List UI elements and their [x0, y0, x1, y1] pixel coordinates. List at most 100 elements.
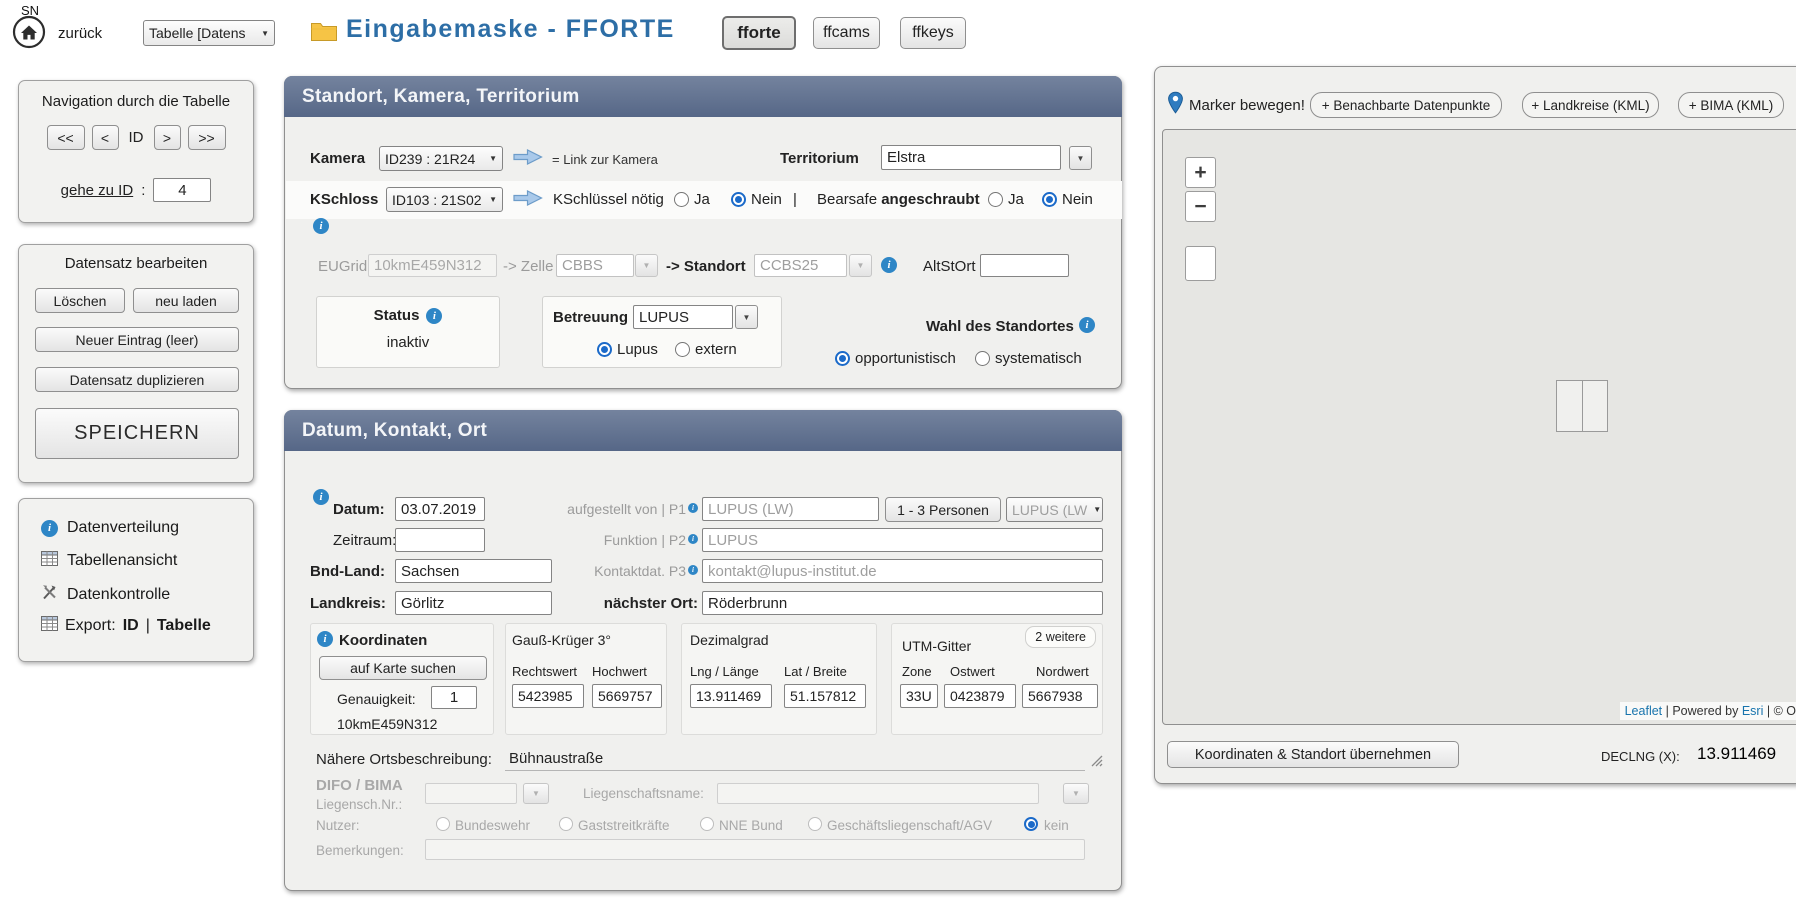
arrow-right-icon[interactable] — [513, 189, 543, 212]
kschluessel-ja-radio[interactable] — [674, 192, 689, 207]
zoom-out-button[interactable]: − — [1185, 191, 1216, 222]
p1-info-icon[interactable] — [688, 503, 698, 513]
ortsbeschreibung-field[interactable]: Bühnaustraße — [505, 745, 1085, 771]
home-icon[interactable] — [12, 15, 46, 49]
map-marker-placeholder — [1556, 380, 1608, 432]
kschloss-select[interactable]: ID103 : 21S02 — [386, 187, 503, 212]
aufgestellt-input[interactable] — [702, 497, 879, 521]
standort-info-icon[interactable] — [881, 257, 897, 273]
benachbarte-datenpunkte-button[interactable]: + Benachbarte Datenpunkte — [1310, 92, 1502, 118]
kschloss-info-icon[interactable] — [313, 218, 329, 234]
table-select[interactable]: Tabelle [Datens — [143, 20, 275, 46]
betreuung-input[interactable] — [633, 305, 733, 329]
zeitraum-input[interactable] — [395, 528, 485, 552]
record-box: Datensatz bearbeiten Löschen neu laden N… — [18, 244, 254, 483]
p2-info-icon[interactable] — [688, 534, 698, 544]
grid-ref-label: 10kmE459N312 — [337, 716, 437, 732]
personen-select[interactable]: LUPUS (LW — [1006, 497, 1103, 522]
export-table-link[interactable]: Tabelle — [157, 617, 211, 635]
betreuung-label: Betreuung — [553, 309, 628, 326]
bndland-input[interactable] — [395, 559, 552, 583]
export-id-link[interactable]: ID — [123, 617, 139, 635]
link-datenverteilung[interactable]: Datenverteilung — [41, 519, 179, 537]
goto-id-row: gehe zu ID : — [19, 178, 253, 202]
nutzer-kein-radio[interactable] — [1024, 817, 1038, 831]
tab-ffcams[interactable]: ffcams — [813, 17, 880, 49]
liegname-label: Liegenschaftsname: — [583, 786, 704, 801]
genauigkeit-input[interactable] — [431, 686, 477, 709]
goto-id-link[interactable]: gehe zu ID — [61, 182, 134, 199]
tab-fforte[interactable]: fforte — [722, 16, 796, 50]
utm-more-button[interactable]: 2 weitere — [1025, 626, 1096, 648]
nav-next-button[interactable]: > — [154, 125, 181, 150]
dez-lat-input[interactable] — [784, 684, 866, 708]
ort-input[interactable] — [702, 591, 1103, 615]
link-tabellenansicht[interactable]: Tabellenansicht — [41, 551, 177, 571]
delete-button[interactable]: Löschen — [35, 288, 125, 313]
utm-ostwert-input[interactable] — [944, 684, 1016, 708]
arrow-right-icon[interactable] — [513, 148, 543, 171]
nutzer-bundeswehr-radio — [436, 817, 450, 831]
duplicate-button[interactable]: Datensatz duplizieren — [35, 367, 239, 392]
funktion-input[interactable] — [702, 528, 1103, 552]
page-title: Eingabemaske - FFORTE — [346, 15, 675, 44]
personen-button[interactable]: 1 - 3 Personen — [885, 497, 1001, 522]
karte-suchen-button[interactable]: auf Karte suchen — [319, 656, 487, 680]
datum-info-icon[interactable] — [313, 489, 329, 505]
altstort-input[interactable] — [980, 254, 1069, 277]
esri-link[interactable]: Esri — [1742, 704, 1764, 718]
wahl-opportunistisch-radio[interactable] — [835, 351, 850, 366]
kontakt-input[interactable] — [702, 559, 1103, 583]
record-title: Datensatz bearbeiten — [19, 245, 253, 272]
status-info-icon[interactable] — [426, 308, 442, 324]
datum-input[interactable] — [395, 497, 485, 521]
panel-datum-title: Datum, Kontakt, Ort — [284, 410, 1122, 451]
back-link[interactable]: zurück — [58, 25, 102, 42]
bima-kml-button[interactable]: + BIMA (KML) — [1678, 92, 1784, 118]
landkreis-input[interactable] — [395, 591, 552, 615]
gk-rechtswert-input[interactable] — [512, 684, 584, 708]
dez-lng-input[interactable] — [690, 684, 772, 708]
leaflet-link[interactable]: Leaflet — [1625, 704, 1663, 718]
bearsafe-nein-radio[interactable] — [1042, 192, 1057, 207]
zoom-in-button[interactable]: + — [1185, 157, 1216, 188]
wahl-systematisch-radio[interactable] — [975, 351, 990, 366]
tab-ffkeys[interactable]: ffkeys — [900, 17, 966, 49]
kamera-select[interactable]: ID239 : 21R24 — [379, 146, 503, 171]
landkreise-kml-button[interactable]: + Landkreise (KML) — [1522, 92, 1659, 118]
betreuung-lupus-radio[interactable] — [597, 342, 612, 357]
territorium-dropdown-button[interactable] — [1069, 146, 1092, 170]
tools-icon — [41, 584, 58, 606]
nav-last-button[interactable]: >> — [188, 125, 226, 150]
betreuung-dropdown-button[interactable] — [735, 305, 758, 329]
wahl-info-icon[interactable] — [1079, 317, 1095, 333]
koordinaten-box: Koordinaten auf Karte suchen Genauigkeit… — [310, 623, 494, 735]
koordinaten-info-icon[interactable] — [317, 631, 333, 647]
map-attribution: Leaflet | Powered by Esri | © O — [1620, 702, 1796, 720]
utm-zone-input[interactable] — [900, 684, 938, 708]
status-label: Status — [374, 307, 420, 324]
betreuung-extern-radio[interactable] — [675, 342, 690, 357]
goto-id-input[interactable] — [153, 178, 211, 202]
nav-first-button[interactable]: << — [47, 125, 85, 150]
map-control-button[interactable] — [1185, 246, 1216, 281]
dezimalgrad-box: Dezimalgrad Lng / Länge Lat / Breite — [681, 623, 877, 735]
territorium-input[interactable] — [881, 145, 1061, 170]
reload-button[interactable]: neu laden — [133, 288, 239, 313]
gk-hochwert-input[interactable] — [592, 684, 662, 708]
p3-info-icon[interactable] — [688, 565, 698, 575]
utm-nordwert-input[interactable] — [1022, 684, 1098, 708]
altstort-label: AltStOrt — [923, 258, 976, 275]
map-area[interactable]: + − Leaflet | Powered by Esri | © O — [1162, 129, 1796, 725]
bearsafe-ja-radio[interactable] — [988, 192, 1003, 207]
resize-handle-icon[interactable] — [1089, 753, 1103, 772]
liegname-dropdown-button — [1063, 783, 1089, 804]
link-datenkontrolle[interactable]: Datenkontrolle — [41, 584, 170, 606]
save-button[interactable]: SPEICHERN — [35, 408, 239, 459]
koordinaten-uebernehmen-button[interactable]: Koordinaten & Standort übernehmen — [1167, 741, 1459, 768]
navigation-box: Navigation durch die Tabelle << < ID > >… — [18, 80, 254, 223]
nav-prev-button[interactable]: < — [92, 125, 119, 150]
kschluessel-nein-radio[interactable] — [731, 192, 746, 207]
new-entry-button[interactable]: Neuer Eintrag (leer) — [35, 327, 239, 352]
dez-title: Dezimalgrad — [690, 632, 769, 648]
